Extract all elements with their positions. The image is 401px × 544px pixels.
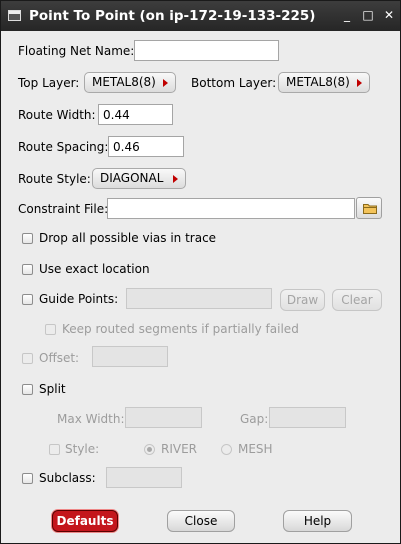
guide-points-checkbox[interactable]	[22, 294, 33, 305]
title-bar[interactable]: Point To Point (on ip-172-19-133-225) _ …	[1, 1, 400, 31]
drop-vias-label: Drop all possible vias in trace	[39, 231, 217, 245]
offset-input[interactable]	[92, 346, 168, 367]
max-width-input[interactable]	[125, 407, 202, 428]
guide-points-input[interactable]	[126, 288, 272, 309]
style-checkbox[interactable]	[49, 444, 60, 455]
top-layer-label: Top Layer:	[18, 76, 80, 90]
constraint-file-label: Constraint File:	[18, 202, 109, 216]
river-radio[interactable]	[144, 444, 155, 455]
max-width-label: Max Width:	[57, 412, 125, 426]
route-style-value: DIAGONAL	[100, 171, 164, 185]
constraint-file-input[interactable]	[107, 198, 355, 219]
river-label: RIVER	[161, 442, 198, 456]
menu-arrow-icon	[357, 79, 362, 87]
route-spacing-input[interactable]	[108, 136, 184, 157]
route-style-menu-button[interactable]: DIAGONAL	[92, 168, 186, 189]
keep-routed-checkbox[interactable]	[45, 324, 56, 335]
draw-button[interactable]: Draw	[280, 289, 325, 311]
window-menu-icon[interactable]	[8, 10, 21, 21]
point-to-point-dialog: Point To Point (on ip-172-19-133-225) _ …	[0, 0, 401, 544]
offset-checkbox[interactable]	[22, 353, 33, 364]
top-layer-menu-button[interactable]: METAL8(8)	[84, 72, 176, 93]
mesh-label: MESH	[238, 442, 273, 456]
gap-input[interactable]	[269, 407, 346, 428]
keep-routed-label: Keep routed segments if partially failed	[62, 322, 299, 336]
mesh-radio[interactable]	[221, 444, 232, 455]
subclass-checkbox[interactable]	[22, 473, 33, 484]
route-width-input[interactable]	[98, 104, 173, 125]
subclass-label: Subclass:	[39, 471, 96, 485]
bottom-layer-value: METAL8(8)	[286, 75, 350, 89]
folder-icon	[363, 204, 377, 214]
gap-label: Gap:	[240, 412, 269, 426]
top-layer-value: METAL8(8)	[92, 75, 156, 89]
split-checkbox[interactable]	[22, 384, 33, 395]
offset-label: Offset:	[39, 351, 80, 365]
close-button[interactable]: Close	[167, 510, 235, 532]
browse-file-button[interactable]	[356, 197, 382, 219]
help-button[interactable]: Help	[283, 510, 352, 532]
guide-points-label: Guide Points:	[39, 292, 119, 306]
drop-vias-checkbox[interactable]	[22, 233, 33, 244]
route-style-label: Route Style:	[18, 172, 91, 186]
floating-net-name-label: Floating Net Name:	[18, 44, 135, 58]
close-window-icon[interactable]: ✕	[382, 8, 396, 22]
maximize-icon[interactable]: □	[361, 8, 375, 22]
clear-button[interactable]: Clear	[332, 289, 382, 311]
route-spacing-label: Route Spacing:	[18, 140, 109, 154]
menu-arrow-icon	[173, 175, 178, 183]
bottom-layer-label: Bottom Layer:	[191, 76, 277, 90]
defaults-button[interactable]: Defaults	[52, 510, 118, 532]
menu-arrow-icon	[163, 79, 168, 87]
minimize-icon[interactable]: _	[340, 8, 354, 22]
window-title: Point To Point (on ip-172-19-133-225)	[29, 8, 316, 24]
route-width-label: Route Width:	[18, 108, 96, 122]
bottom-layer-menu-button[interactable]: METAL8(8)	[278, 72, 370, 93]
subclass-input[interactable]	[106, 467, 182, 488]
style-label: Style:	[65, 442, 100, 456]
split-label: Split	[39, 382, 66, 396]
floating-net-name-input[interactable]	[134, 40, 279, 61]
exact-location-checkbox[interactable]	[22, 264, 33, 275]
exact-location-label: Use exact location	[39, 262, 150, 276]
